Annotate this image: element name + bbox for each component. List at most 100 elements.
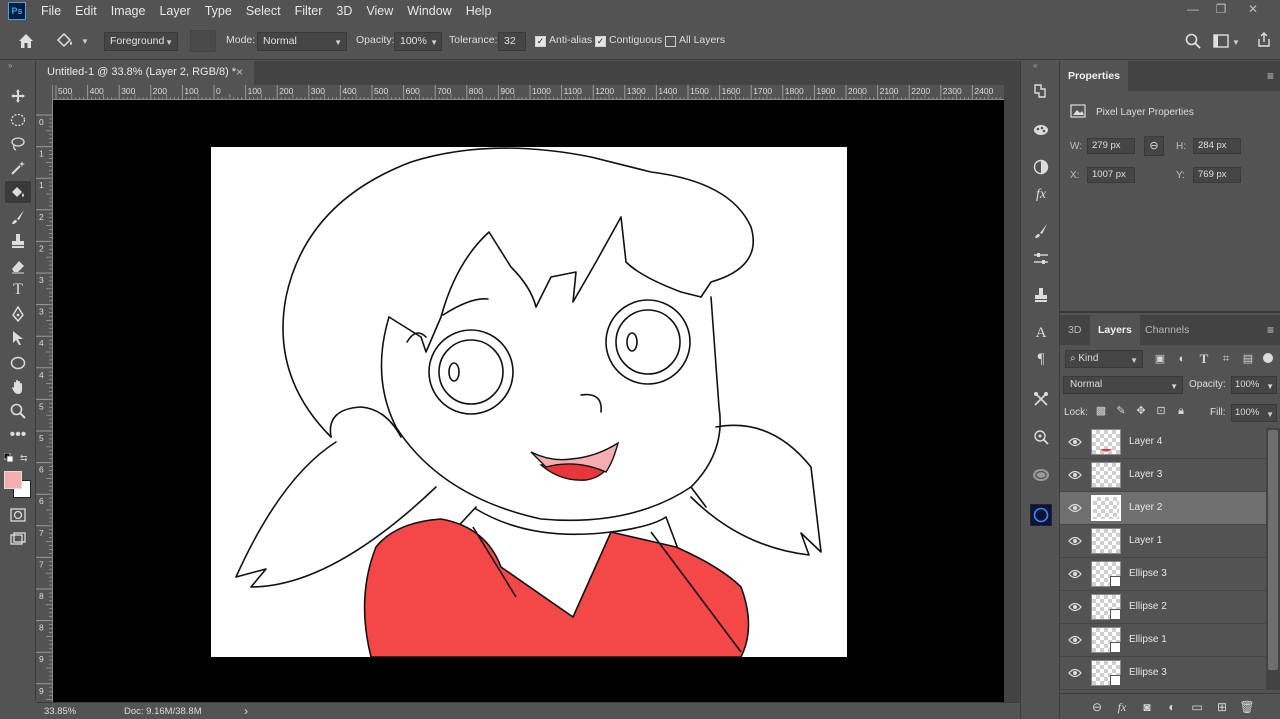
extension-panel-icon[interactable]: [1030, 504, 1052, 526]
status-menu-arrow-icon[interactable]: ›: [244, 704, 248, 718]
layer-row[interactable]: Layer 2: [1060, 492, 1266, 525]
paragraph-panel-icon[interactable]: ¶: [1030, 349, 1052, 369]
all-layers-checkbox[interactable]: [665, 36, 676, 47]
home-icon[interactable]: [16, 32, 36, 50]
add-mask-icon[interactable]: ◙: [1138, 698, 1156, 716]
tool-preset-chevron-icon[interactable]: ▼: [81, 37, 89, 46]
filter-smart-object-icon[interactable]: ▤: [1240, 351, 1256, 367]
document-canvas[interactable]: [211, 147, 847, 657]
menu-layer[interactable]: Layer: [152, 0, 197, 22]
fill-field[interactable]: 100% ▼: [1231, 404, 1277, 422]
menu-select[interactable]: Select: [239, 0, 288, 22]
layer-row[interactable]: Ellipse 3: [1060, 558, 1266, 591]
layers-scrollbar-thumb[interactable]: [1268, 430, 1278, 670]
panel-menu-icon[interactable]: ≡: [1267, 323, 1274, 337]
filter-kind-select[interactable]: ⌕ Kind ▼: [1065, 350, 1143, 368]
mode-select[interactable]: Normal ▼: [257, 32, 347, 51]
restore-button[interactable]: ❐: [1206, 0, 1236, 20]
brush-settings-icon[interactable]: [1030, 249, 1052, 269]
height-field[interactable]: 284 px: [1193, 138, 1241, 154]
blend-mode-select[interactable]: Normal ▼: [1063, 376, 1183, 394]
lock-transparency-icon[interactable]: ▩: [1093, 403, 1109, 419]
horizontal-ruler[interactable]: 500 400 300 200 100 0 100 200 300 400 500 600 700 800…: [53, 85, 1004, 100]
pattern-swatch[interactable]: [190, 30, 216, 52]
screen-mode-icon[interactable]: [5, 528, 31, 550]
zoom-level[interactable]: 33.85%: [44, 706, 76, 717]
zoom-tool-icon[interactable]: [5, 400, 31, 422]
tab-properties[interactable]: Properties: [1060, 61, 1128, 91]
workspace-icon[interactable]: [1213, 34, 1229, 48]
visibility-eye-icon[interactable]: [1068, 436, 1082, 448]
menu-type[interactable]: Type: [198, 0, 239, 22]
foreground-color-swatch[interactable]: [4, 471, 22, 489]
minimize-button[interactable]: —: [1178, 0, 1208, 20]
pen-tool-icon[interactable]: [5, 303, 31, 325]
menu-help[interactable]: Help: [459, 0, 499, 22]
tab-channels[interactable]: Channels: [1137, 315, 1197, 345]
new-adjustment-layer-icon[interactable]: ◐: [1163, 698, 1181, 716]
menu-image[interactable]: Image: [104, 0, 153, 22]
menu-view[interactable]: View: [359, 0, 400, 22]
new-layer-icon[interactable]: ⊞: [1213, 698, 1231, 716]
tab-3d[interactable]: 3D: [1060, 315, 1089, 345]
layer-thumbnail[interactable]: [1091, 462, 1121, 488]
menu-filter[interactable]: Filter: [288, 0, 330, 22]
width-field[interactable]: 279 px: [1087, 138, 1135, 154]
history-panel-icon[interactable]: [1030, 81, 1052, 101]
visibility-eye-icon[interactable]: [1068, 535, 1082, 547]
paint-bucket-icon[interactable]: [54, 31, 76, 51]
new-group-icon[interactable]: ▭: [1188, 698, 1206, 716]
layer-row[interactable]: Ellipse 2: [1060, 591, 1266, 624]
visibility-eye-icon[interactable]: [1068, 634, 1082, 646]
filter-toggle-icon[interactable]: [1263, 353, 1273, 363]
marquee-tool-icon[interactable]: [5, 109, 31, 131]
tool-presets-icon[interactable]: [1030, 389, 1052, 409]
adjustments-panel-icon[interactable]: [1030, 157, 1052, 177]
link-layers-icon[interactable]: ⊖: [1088, 698, 1106, 716]
visibility-eye-icon[interactable]: [1068, 469, 1082, 481]
lock-image-pixels-icon[interactable]: ✎: [1113, 403, 1129, 419]
layer-row[interactable]: Layer 4: [1060, 426, 1266, 459]
close-document-icon[interactable]: ×: [236, 61, 243, 83]
move-tool-icon[interactable]: [5, 85, 31, 107]
magic-wand-tool-icon[interactable]: [5, 157, 31, 179]
swap-colors-icon[interactable]: ⇆: [20, 453, 30, 463]
layer-thumbnail[interactable]: [1091, 660, 1121, 686]
eraser-tool-icon[interactable]: [5, 255, 31, 277]
panel-menu-icon[interactable]: ≡: [1267, 69, 1274, 83]
brush-tool-icon[interactable]: [5, 206, 31, 228]
layer-row[interactable]: Ellipse 1: [1060, 624, 1266, 657]
styles-panel-icon[interactable]: fx: [1030, 185, 1052, 205]
link-dimensions-icon[interactable]: ⊖: [1144, 136, 1164, 156]
layer-row[interactable]: Layer 1: [1060, 525, 1266, 558]
filter-shape-icon[interactable]: ⌗: [1218, 351, 1234, 367]
share-icon[interactable]: [1256, 32, 1272, 48]
fill-source-select[interactable]: Foreground ▼: [104, 32, 178, 51]
stamp-tool-icon[interactable]: [5, 230, 31, 252]
search-icon[interactable]: [1185, 33, 1201, 49]
anti-alias-checkbox[interactable]: ✓: [535, 36, 546, 47]
brushes-panel-icon[interactable]: [1030, 221, 1052, 241]
layer-style-icon[interactable]: fx: [1113, 698, 1131, 716]
navigator-panel-icon[interactable]: [1030, 427, 1052, 447]
visibility-eye-icon[interactable]: [1068, 667, 1082, 679]
pasteboard[interactable]: [53, 100, 1004, 702]
quick-mask-icon[interactable]: [5, 504, 31, 526]
visibility-eye-icon[interactable]: [1068, 601, 1082, 613]
lock-position-icon[interactable]: ✥: [1133, 403, 1149, 419]
layer-row[interactable]: Ellipse 3: [1060, 657, 1266, 690]
ellipse-tool-icon[interactable]: [5, 352, 31, 374]
libraries-panel-icon[interactable]: [1030, 465, 1052, 485]
y-field[interactable]: 769 px: [1193, 167, 1241, 183]
visibility-eye-icon[interactable]: [1068, 568, 1082, 580]
workspace-chevron-icon[interactable]: ▼: [1232, 38, 1240, 47]
filter-pixel-icon[interactable]: ▣: [1152, 351, 1168, 367]
visibility-eye-icon[interactable]: [1068, 502, 1082, 514]
menu-edit[interactable]: Edit: [68, 0, 104, 22]
tab-layers[interactable]: Layers: [1090, 315, 1140, 345]
filter-adjustment-icon[interactable]: ◐: [1174, 351, 1190, 367]
character-panel-icon[interactable]: A: [1030, 323, 1052, 343]
x-field[interactable]: 1007 px: [1087, 167, 1135, 183]
close-window-button[interactable]: ✕: [1238, 0, 1268, 20]
delete-layer-icon[interactable]: 🗑︎: [1238, 698, 1256, 716]
